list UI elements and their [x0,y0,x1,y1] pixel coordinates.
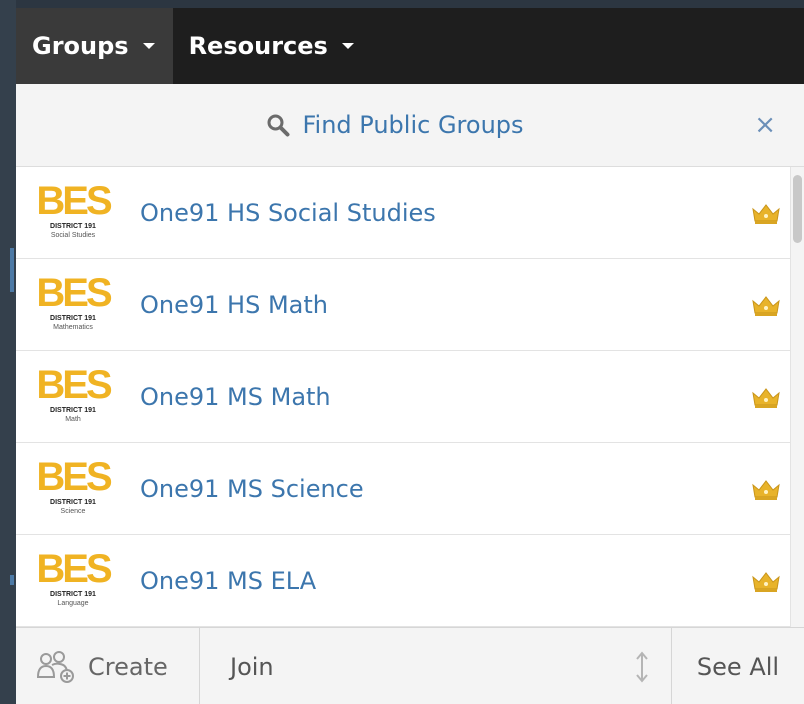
top-navigation-bar: Groups Resources [16,8,804,84]
group-logo-subtitle: Science [60,507,86,515]
group-name-link[interactable]: One91 MS Math [140,383,331,411]
groups-menu-label: Groups [32,32,129,60]
group-logo-district: DISTRICT 191 [50,406,96,414]
crown-icon [752,572,780,592]
group-row[interactable]: BES DISTRICT 191 Mathematics One91 HS Ma… [16,259,791,351]
group-logo: BES DISTRICT 191 Social Studies [36,178,112,244]
add-group-icon [36,650,74,683]
group-row[interactable]: BES DISTRICT 191 Language One91 MS ELA [16,535,791,627]
groups-footer: Create Join See All [16,627,804,704]
see-all-label: See All [696,652,780,681]
background-page-edge [0,0,16,704]
group-logo-district: DISTRICT 191 [50,590,96,598]
join-label: Join [230,652,274,681]
group-row[interactable]: BES DISTRICT 191 Science One91 MS Scienc… [16,443,791,535]
join-group-select[interactable]: Join [200,628,672,704]
group-logo: BES DISTRICT 191 Math [36,362,112,428]
group-logo-mark: BES [36,362,112,407]
find-public-groups-label: Find Public Groups [302,111,524,139]
group-row[interactable]: BES DISTRICT 191 Social Studies One91 HS… [16,167,791,259]
group-logo-district: DISTRICT 191 [50,314,96,322]
scrollbar-thumb[interactable] [793,175,802,243]
sort-arrows-icon [636,650,648,683]
chevron-down-icon [142,43,155,49]
crown-icon [752,296,780,316]
group-name-link[interactable]: One91 HS Social Studies [140,199,436,227]
group-logo-mark: BES [36,546,112,591]
groups-menu[interactable]: Groups [16,8,173,84]
groups-list: BES DISTRICT 191 Social Studies One91 HS… [16,167,791,627]
group-name-link[interactable]: One91 MS ELA [140,567,316,595]
groups-dropdown-panel: Find Public Groups × BES DISTRICT 191 So… [16,84,804,704]
group-logo-district: DISTRICT 191 [50,222,96,230]
group-logo-subtitle: Math [65,415,81,423]
group-logo-subtitle: Mathematics [53,323,93,331]
close-icon[interactable]: × [754,110,776,140]
background-fragment [10,248,14,292]
group-logo-mark: BES [36,178,112,223]
find-public-groups-link[interactable]: Find Public Groups [266,111,524,139]
create-group-button[interactable]: Create [16,628,200,704]
group-logo: BES DISTRICT 191 Science [36,454,112,520]
group-name-link[interactable]: One91 HS Math [140,291,328,319]
search-icon [267,114,290,137]
crown-icon [752,480,780,500]
background-fragment [10,575,14,585]
group-logo-subtitle: Social Studies [50,231,96,239]
crown-icon [752,204,780,224]
group-logo-district: DISTRICT 191 [50,498,96,506]
see-all-button[interactable]: See All [672,628,804,704]
group-logo-subtitle: Language [57,599,89,607]
resources-menu-label: Resources [188,32,328,60]
group-logo-mark: BES [36,270,112,315]
resources-menu[interactable]: Resources [173,8,372,84]
create-label: Create [88,652,168,681]
list-scrollbar[interactable] [790,167,804,627]
group-row[interactable]: BES DISTRICT 191 Math One91 MS Math [16,351,791,443]
group-logo: BES DISTRICT 191 Language [36,546,112,612]
find-groups-bar: Find Public Groups × [16,84,804,167]
group-logo: BES DISTRICT 191 Mathematics [36,270,112,336]
group-name-link[interactable]: One91 MS Science [140,475,364,503]
group-logo-mark: BES [36,454,112,499]
crown-icon [752,388,780,408]
chevron-down-icon [341,43,354,49]
